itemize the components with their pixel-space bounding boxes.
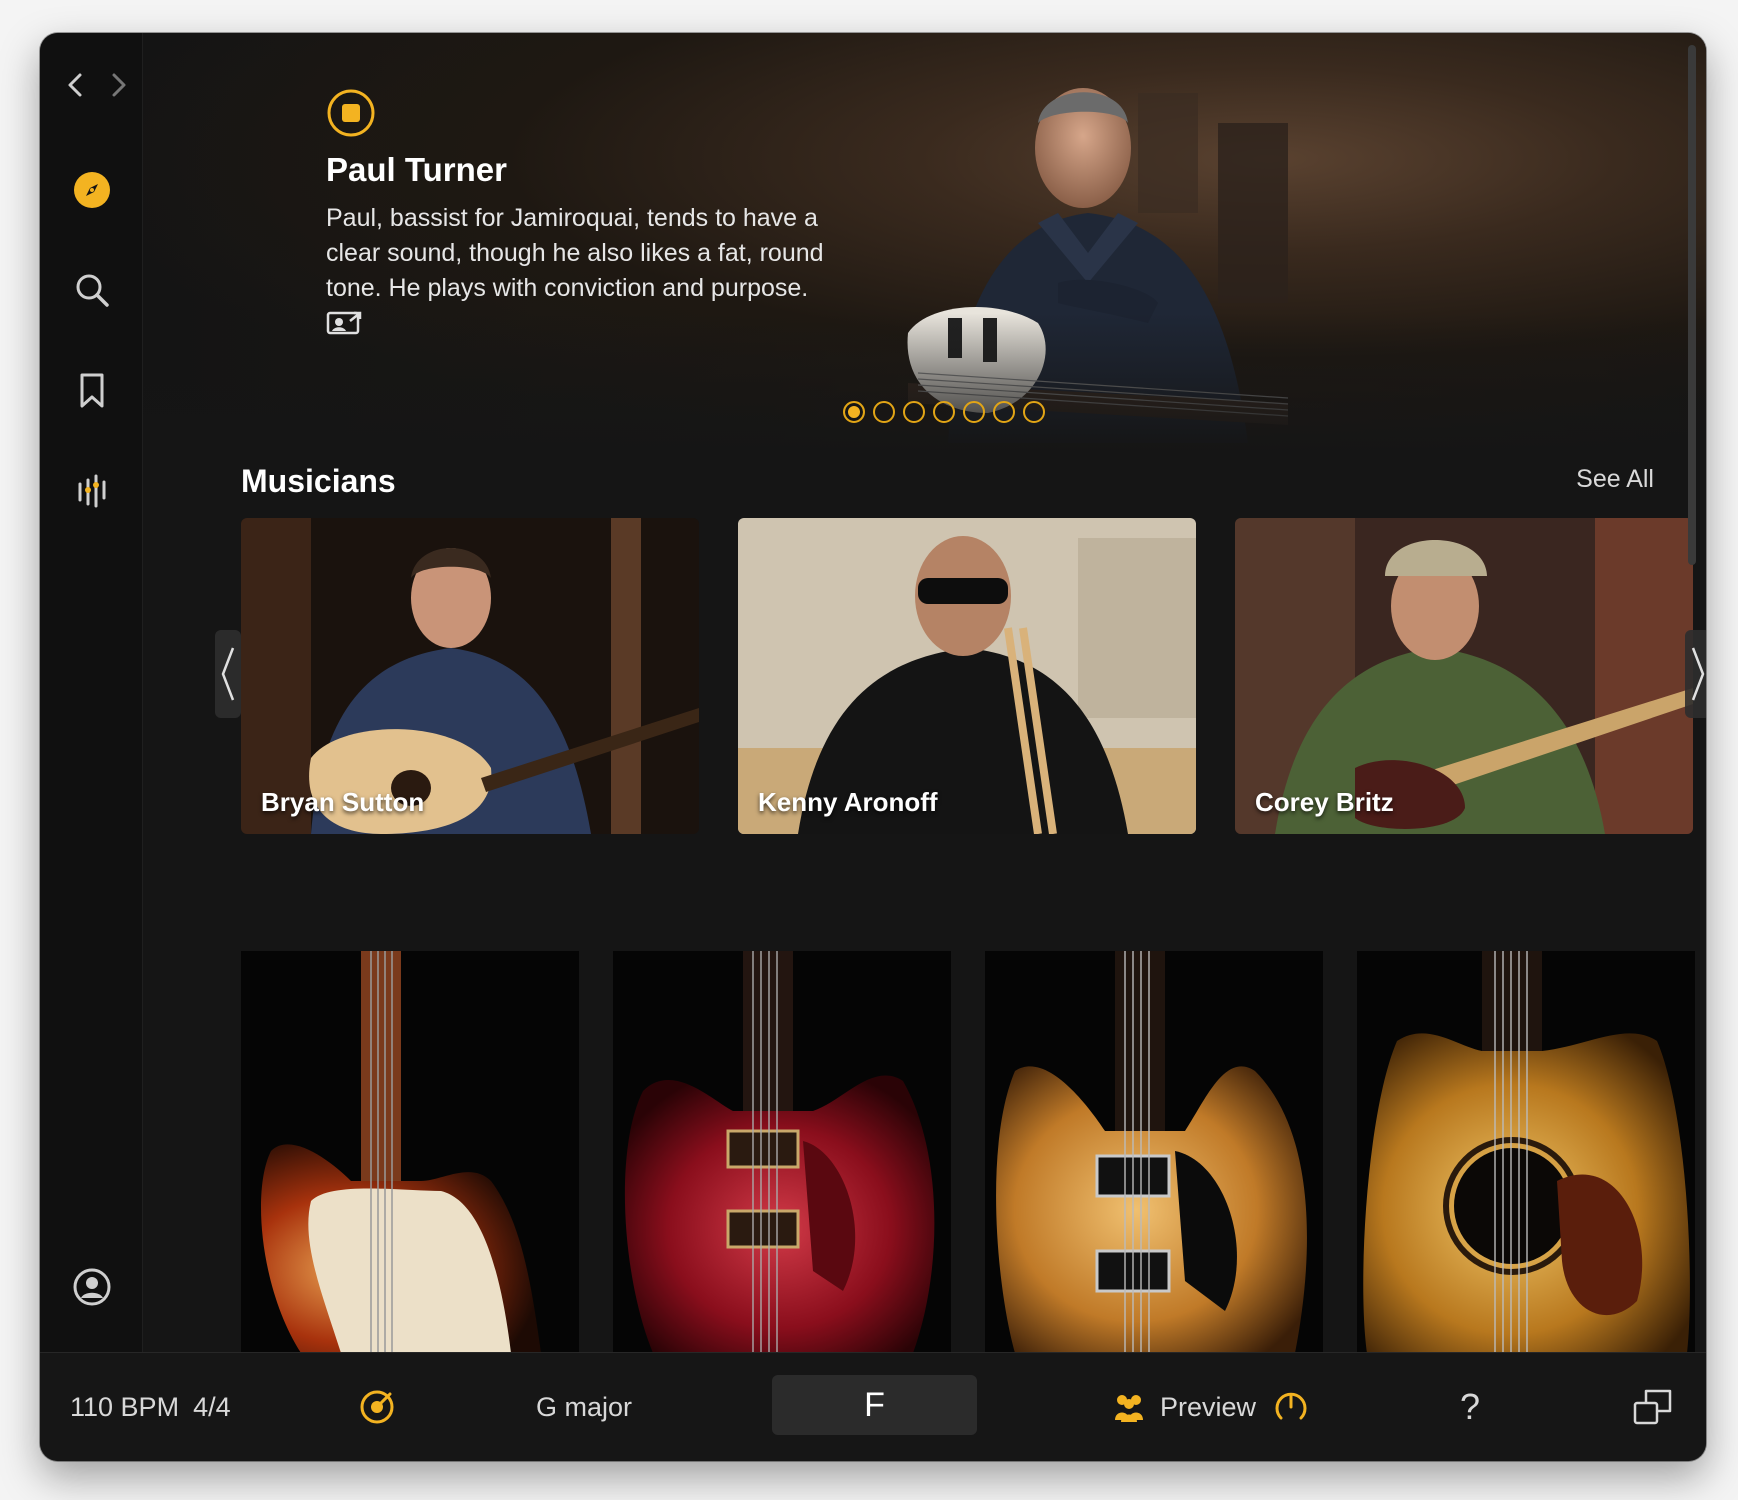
group-icon — [1115, 1395, 1143, 1422]
carousel-dot[interactable] — [963, 401, 985, 423]
musician-card[interactable]: Bryan Sutton — [241, 518, 699, 834]
musicians-heading: Musicians — [241, 463, 396, 499]
help-button[interactable]: ? — [1460, 1353, 1480, 1461]
instrument-photo — [1357, 951, 1695, 1353]
metronome-icon — [360, 1390, 394, 1424]
carousel-dot[interactable] — [1023, 401, 1045, 423]
account-icon[interactable] — [70, 1265, 114, 1309]
metronome-button[interactable] — [358, 1353, 396, 1461]
chevron-right-icon — [1691, 647, 1705, 701]
musician-card[interactable]: Kenny Aronoff — [738, 518, 1196, 834]
carousel-dot[interactable] — [903, 401, 925, 423]
tempo-label: 110 BPM — [70, 1391, 180, 1422]
instrument-photo — [613, 951, 951, 1353]
carousel-prev-button[interactable] — [215, 630, 241, 718]
see-all-link[interactable]: See All — [1576, 465, 1654, 494]
hero-fade — [143, 313, 1706, 453]
hero-banner[interactable]: Paul Turner Paul, bassist for Jamiroquai… — [143, 33, 1706, 453]
compass-icon[interactable] — [70, 168, 114, 212]
carousel-dot[interactable] — [933, 401, 955, 423]
key-selector[interactable]: G major — [536, 1353, 632, 1461]
preview-label: Preview — [1160, 1391, 1257, 1422]
instrument-card[interactable] — [613, 951, 951, 1353]
carousel-dot[interactable] — [993, 401, 1015, 423]
nav-arrows — [62, 69, 132, 101]
tempo-display[interactable]: 110 BPM 4/4 — [70, 1353, 231, 1461]
app-window: Paul Turner Paul, bassist for Jamiroquai… — [40, 33, 1706, 1461]
musician-name: Bryan Sutton — [261, 787, 425, 817]
layout-button[interactable] — [1632, 1353, 1674, 1461]
knob-icon — [1275, 1392, 1307, 1420]
scrollbar[interactable] — [1688, 45, 1696, 565]
transport-bar: 110 BPM 4/4 G major F Preview ? — [40, 1352, 1706, 1461]
levels-icon[interactable] — [70, 468, 114, 512]
hero-description: Paul, bassist for Jamiroquai, tends to h… — [326, 204, 824, 302]
instrument-card[interactable] — [1357, 951, 1695, 1353]
instrument-photo — [241, 951, 579, 1353]
hero-title: Paul Turner — [326, 151, 507, 188]
preview-volume-knob[interactable] — [1272, 1353, 1310, 1461]
preview-button[interactable]: Preview — [1112, 1353, 1256, 1461]
chevron-left-icon — [221, 647, 235, 701]
stop-icon[interactable] — [326, 88, 376, 138]
chord-button[interactable]: F — [772, 1375, 977, 1435]
carousel-dot[interactable] — [873, 401, 895, 423]
instrument-card[interactable] — [985, 951, 1323, 1353]
sidebar — [40, 33, 143, 1353]
video-icon[interactable] — [326, 309, 366, 337]
musician-name: Corey Britz — [1255, 787, 1394, 817]
bookmark-icon[interactable] — [70, 368, 114, 412]
main-content: Paul Turner Paul, bassist for Jamiroquai… — [143, 33, 1706, 1353]
search-icon[interactable] — [70, 268, 114, 312]
musician-card[interactable]: Corey Britz — [1235, 518, 1693, 834]
instrument-photo — [985, 951, 1323, 1353]
carousel-dot[interactable] — [843, 401, 865, 423]
forward-icon[interactable] — [104, 69, 132, 101]
carousel-next-button[interactable] — [1685, 630, 1706, 718]
back-icon[interactable] — [62, 69, 90, 101]
time-signature-label: 4/4 — [193, 1391, 231, 1422]
musician-name: Kenny Aronoff — [758, 787, 938, 817]
carousel-dots — [843, 401, 1045, 423]
instrument-card[interactable] — [241, 951, 579, 1353]
window-layout-icon — [1633, 1389, 1672, 1425]
